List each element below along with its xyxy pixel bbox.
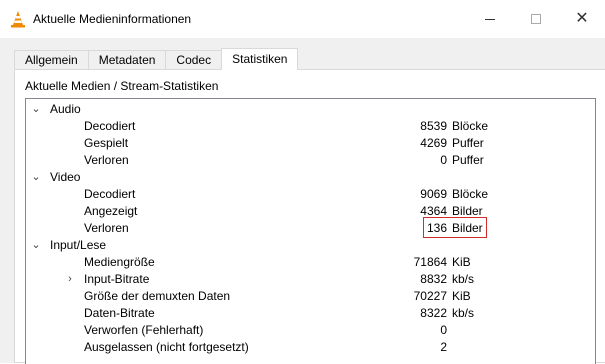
stat-value: 2 (440, 340, 447, 354)
close-icon: ✕ (575, 10, 589, 27)
tree-row[interactable]: Mediengröße 71864 KiB (26, 254, 595, 271)
chevron-right-icon[interactable]: › (64, 271, 76, 288)
tree-row[interactable]: Decodiert 9069 Blöcke (26, 186, 595, 203)
tree-category-audio[interactable]: ⌄ Audio (26, 101, 595, 118)
minimize-icon (485, 18, 495, 20)
maximize-icon (531, 14, 541, 24)
panel-label: Aktuelle Medien / Stream-Statistiken (25, 79, 219, 93)
stat-unit: Bilder (452, 221, 483, 235)
title-bar: Aktuelle Medieninformationen ✕ (0, 0, 605, 38)
maximize-button[interactable] (513, 0, 559, 38)
stat-unit: Puffer (452, 153, 484, 167)
stat-unit: kb/s (452, 306, 475, 320)
tree-row[interactable]: Decodiert 8539 Blöcke (26, 118, 595, 135)
statistics-tree[interactable]: ⌄ Audio Decodiert 8539 Blöcke Gespielt 4… (25, 98, 596, 364)
tab-codec[interactable]: Codec (165, 50, 223, 70)
stat-label: Verworfen (Fehlerhaft) (84, 323, 204, 337)
stat-unit: kb/s (452, 272, 475, 286)
stat-label: Mediengröße (84, 255, 155, 269)
chevron-down-icon[interactable]: ⌄ (30, 169, 42, 186)
stat-label: Decodiert (84, 119, 136, 133)
vlc-cone-icon (11, 11, 25, 28)
minimize-button[interactable] (467, 0, 513, 38)
stat-value: 9069 (420, 187, 447, 201)
tree-row[interactable]: Verworfen (Fehlerhaft) 0 (26, 322, 595, 339)
stat-label: Verloren (84, 153, 129, 167)
tree-row[interactable]: Daten-Bitrate 8322 kb/s (26, 305, 595, 322)
stat-value: 4364 (420, 204, 447, 218)
stat-value: 0 (440, 153, 447, 167)
stat-label: Input-Bitrate (84, 272, 150, 286)
stat-value: 70227 (413, 289, 447, 303)
stat-value: 0 (440, 323, 447, 337)
stat-unit: KiB (452, 255, 471, 269)
category-label: Audio (50, 102, 81, 116)
tab-bar: Allgemein Metadaten Codec Statistiken (14, 48, 299, 70)
stat-value: 8539 (420, 119, 447, 133)
tree-row[interactable]: Angezeigt 4364 Bilder (26, 203, 595, 220)
tree-row[interactable]: Ausgelassen (nicht fortgesetzt) 2 (26, 339, 595, 356)
tree-row[interactable]: Verloren 136 Bilder (26, 217, 595, 238)
tree-row[interactable]: Größe der demuxten Daten 70227 KiB (26, 288, 595, 305)
chevron-down-icon[interactable]: ⌄ (30, 101, 42, 118)
tree-category-input[interactable]: ⌄ Input/Lese (26, 237, 595, 254)
tab-statistiken[interactable]: Statistiken (221, 48, 299, 70)
dialog-body: Allgemein Metadaten Codec Statistiken Ak… (0, 38, 605, 364)
stat-label: Angezeigt (84, 204, 138, 218)
window-title: Aktuelle Medieninformationen (33, 12, 192, 26)
statistics-panel: Aktuelle Medien / Stream-Statistiken ⌄ A… (14, 69, 605, 364)
stat-value: 8322 (420, 306, 447, 320)
stat-value: 4269 (420, 136, 447, 150)
stat-label: Verloren (84, 221, 129, 235)
stat-unit: Blöcke (452, 119, 489, 133)
tab-metadaten[interactable]: Metadaten (87, 50, 167, 70)
stat-label: Ausgelassen (nicht fortgesetzt) (84, 340, 249, 354)
stat-value: 8832 (420, 272, 447, 286)
category-label: Input/Lese (50, 238, 107, 252)
tree-row[interactable]: Verloren 0 Puffer (26, 152, 595, 169)
stat-label: Daten-Bitrate (84, 306, 155, 320)
tree-row[interactable]: › Input-Bitrate 8832 kb/s (26, 271, 595, 288)
chevron-down-icon[interactable]: ⌄ (30, 237, 42, 254)
stat-unit: Blöcke (452, 187, 489, 201)
tree-category-video[interactable]: ⌄ Video (26, 169, 595, 186)
stat-value: 71864 (413, 255, 447, 269)
stat-value: 136 (426, 221, 447, 235)
stat-unit: Bilder (452, 204, 483, 218)
tab-allgemein[interactable]: Allgemein (14, 50, 89, 70)
category-label: Video (50, 170, 81, 184)
stat-label: Größe der demuxten Daten (84, 289, 231, 303)
tree-row[interactable]: Gespielt 4269 Puffer (26, 135, 595, 152)
stat-label: Gespielt (84, 136, 129, 150)
close-button[interactable]: ✕ (559, 0, 605, 38)
stat-label: Decodiert (84, 187, 136, 201)
stat-unit: Puffer (452, 136, 484, 150)
stat-unit: KiB (452, 289, 471, 303)
